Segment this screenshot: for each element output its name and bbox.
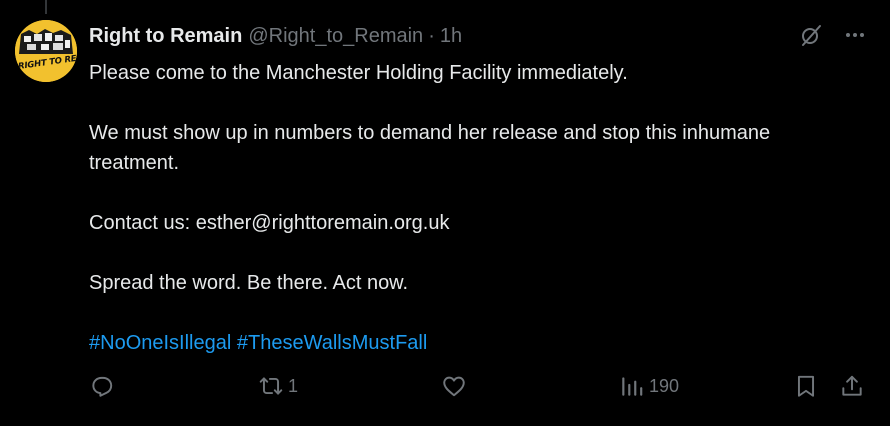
tweet-top-actions: [798, 22, 868, 48]
share-icon: [842, 375, 862, 396]
retweet-button[interactable]: 1: [258, 372, 298, 400]
tweet-paragraph: We must show up in numbers to demand her…: [89, 122, 771, 174]
hashtags-line: #NoOneIsIllegal #TheseWallsMustFall: [89, 328, 859, 358]
tweet-paragraph: Please come to the Manchester Holding Fa…: [89, 62, 628, 84]
hashtag-link[interactable]: #TheseWallsMustFall: [237, 332, 427, 354]
like-button[interactable]: [441, 372, 471, 400]
timestamp[interactable]: 1h: [440, 25, 462, 48]
retweet-icon: [259, 377, 283, 395]
views-icon: [622, 377, 643, 396]
reply-icon: [92, 376, 113, 397]
retweet-count: 1: [288, 375, 299, 396]
tweet-header: Right to Remain @Right_to_Remain · 1h: [89, 22, 462, 50]
tweet-action-bar: 1 190: [89, 372, 869, 402]
hashtag-link[interactable]: #NoOneIsIllegal: [89, 332, 231, 354]
heart-icon: [443, 376, 465, 397]
separator-dot: ·: [428, 24, 435, 47]
bookmark-icon: [797, 375, 815, 397]
reply-button[interactable]: [89, 372, 119, 400]
views-button[interactable]: 190: [619, 372, 679, 400]
tweet-text: Please come to the Manchester Holding Fa…: [89, 58, 859, 358]
tweet-paragraph: Spread the word. Be there. Act now.: [89, 272, 409, 294]
avatar-image: [15, 20, 77, 82]
tweet-paragraph: Contact us: esther@righttoremain.org.uk: [89, 212, 450, 234]
bookmark-button[interactable]: [793, 372, 819, 400]
thread-connector-line: [45, 0, 47, 14]
grok-icon[interactable]: [798, 22, 824, 48]
user-handle[interactable]: @Right_to_Remain: [248, 25, 423, 48]
more-icon[interactable]: [842, 22, 868, 48]
display-name[interactable]: Right to Remain: [89, 25, 242, 48]
views-count: 190: [649, 375, 680, 396]
avatar[interactable]: RIGHT TO REMAIN: [15, 20, 77, 82]
share-button[interactable]: [839, 372, 865, 400]
